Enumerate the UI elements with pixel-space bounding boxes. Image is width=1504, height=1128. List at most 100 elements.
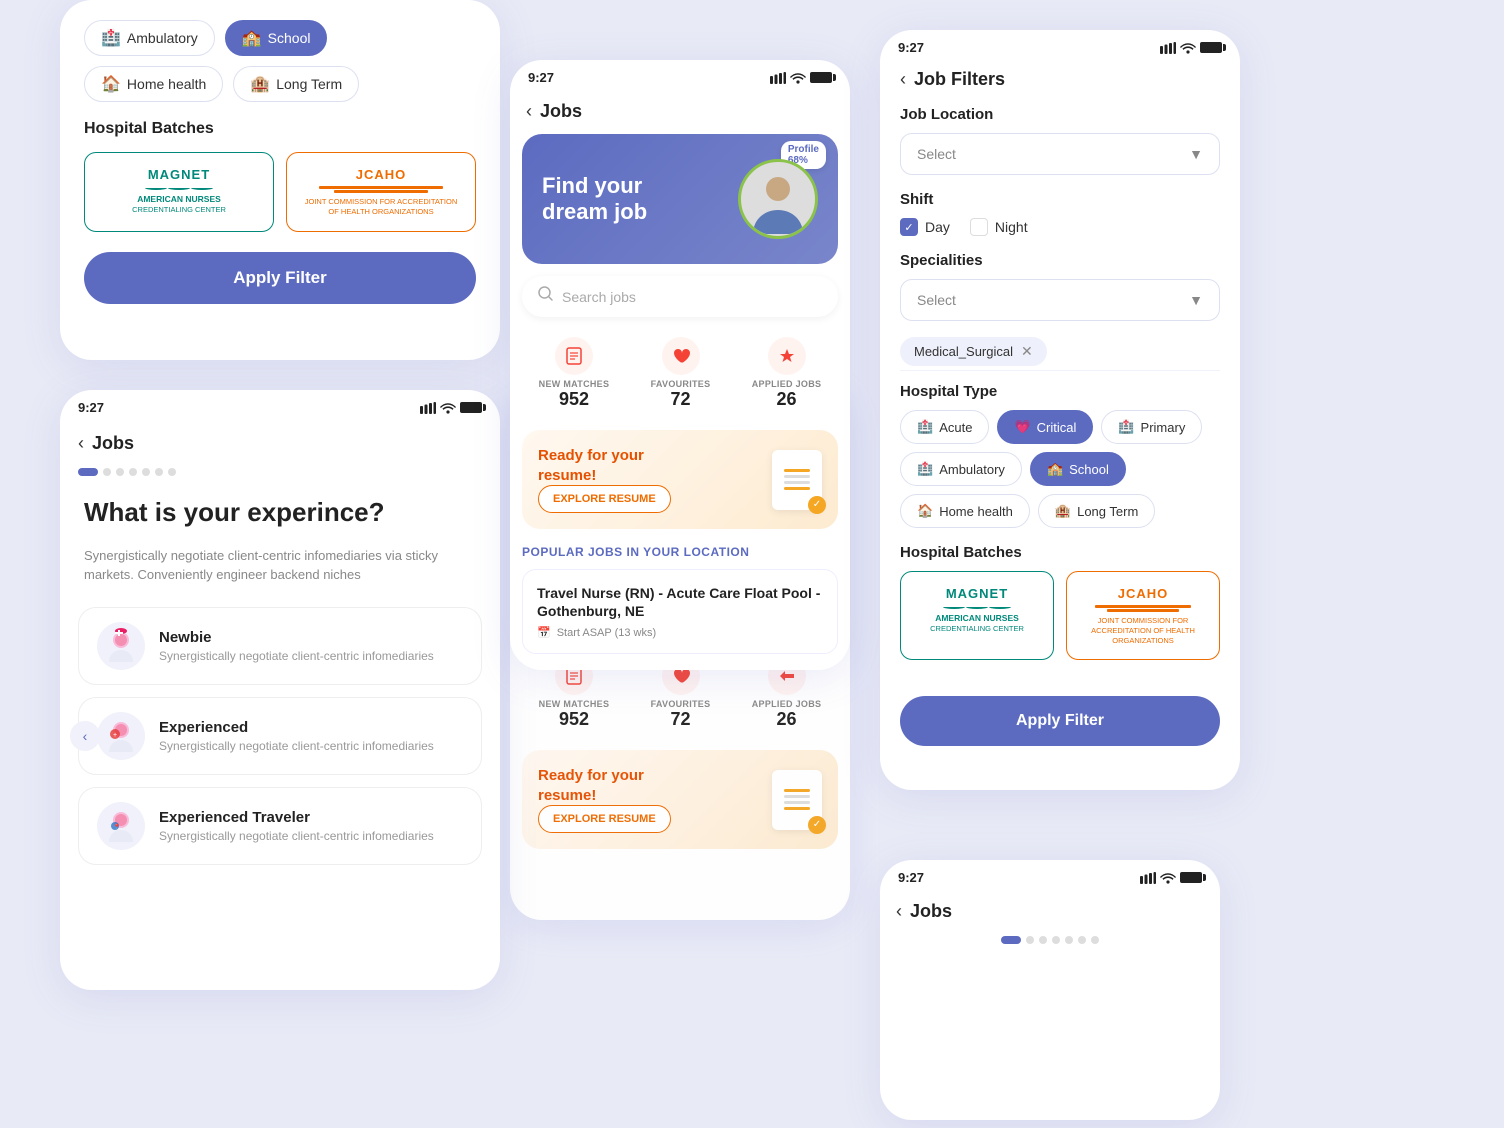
exp-newbie-name: Newbie <box>159 629 463 646</box>
time-2: 9:27 <box>78 400 104 415</box>
batch-jcaho-4: JCAHO JOINT COMMISSION FOR ACCREDITATION… <box>1066 571 1220 660</box>
chip-remove-icon[interactable]: ✕ <box>1021 343 1033 360</box>
stat-applied: APPLIED JOBS 26 <box>752 337 822 410</box>
dot5-7 <box>1091 936 1099 944</box>
shift-row: Day Night <box>900 218 1220 236</box>
status-bar-2: 9:27 <box>60 390 500 419</box>
dot5-5 <box>1065 936 1073 944</box>
h-tag-primary[interactable]: 🏥 Primary <box>1101 410 1202 444</box>
homehealth-icon-2: 🏠 <box>917 503 933 519</box>
shift-section-title: Shift <box>900 191 1220 208</box>
jcaho-desc-4: JOINT COMMISSION FOR ACCREDITATION OF HE… <box>1083 616 1203 645</box>
exp-experienced-desc: Synergistically negotiate client-centric… <box>159 739 463 753</box>
dot-7 <box>168 468 176 476</box>
primary-label: Primary <box>1141 420 1186 435</box>
ambulatory-icon-2: 🏥 <box>917 461 933 477</box>
explore-resume-btn[interactable]: EXPLORE RESUME <box>538 485 671 513</box>
h-tag-critical[interactable]: 💗 Critical <box>997 410 1093 444</box>
ambulatory-label-2: Ambulatory <box>939 462 1005 477</box>
tag-ambulatory[interactable]: 🏥 Ambulatory <box>84 20 215 56</box>
exp-traveler[interactable]: 📍 Experienced Traveler Synergistically n… <box>78 787 482 865</box>
day-checkbox[interactable]: Day <box>900 218 950 236</box>
night-checkbox[interactable]: Night <box>970 218 1028 236</box>
specialities-select[interactable]: Select ▼ <box>900 279 1220 321</box>
location-select[interactable]: Select ▼ <box>900 133 1220 175</box>
exp-traveler-info: Experienced Traveler Synergistically neg… <box>159 809 463 843</box>
resume-doc: ✓ <box>772 450 822 510</box>
h-tag-ambulatory[interactable]: 🏥 Ambulatory <box>900 452 1022 486</box>
tag-longterm[interactable]: 🏨 Long Term <box>233 66 359 102</box>
filter-header: ‹ Job Filters <box>880 59 1240 90</box>
back-arrow-5[interactable]: ‹ <box>896 901 902 922</box>
night-label: Night <box>995 219 1028 235</box>
jobs-header-5: ‹ Jobs <box>880 889 1220 922</box>
applied-label: APPLIED JOBS <box>752 379 822 389</box>
job-item-1[interactable]: Travel Nurse (RN) - Acute Care Float Poo… <box>522 569 838 654</box>
back-arrow-4[interactable]: ‹ <box>900 69 906 90</box>
magnet-desc: CREDENTIALING CENTER <box>101 205 257 214</box>
experience-list: ‹ Newbie Syne <box>60 601 500 871</box>
acute-icon: 🏥 <box>917 419 933 435</box>
back-btn-circle[interactable]: ‹ <box>70 721 100 751</box>
batches-section-title: Hospital Batches <box>900 544 1220 561</box>
h-tag-longterm[interactable]: 🏨 Long Term <box>1038 494 1155 528</box>
profile-circle[interactable] <box>738 159 818 239</box>
job-title-1: Travel Nurse (RN) - Acute Care Float Poo… <box>537 584 823 620</box>
status-bar-4: 9:27 <box>880 30 1240 59</box>
tag-homehealth[interactable]: 🏠 Home health <box>84 66 223 102</box>
exp-experienced-name: Experienced <box>159 719 463 736</box>
profile-wrap: Profile 68% <box>738 159 818 239</box>
hospital-type-grid: 🏥 Acute 💗 Critical 🏥 Primary 🏥 Ambulator… <box>900 410 1220 528</box>
dot-6 <box>155 468 163 476</box>
filter-title: Job Filters <box>914 69 1005 90</box>
h-tag-school[interactable]: 🏫 School <box>1030 452 1126 486</box>
explore-resume-btn-2[interactable]: EXPLORE RESUME <box>538 805 671 833</box>
new-matches-icon <box>555 337 593 375</box>
favourites-icon <box>662 337 700 375</box>
specialities-section-title: Specialities <box>900 252 1220 269</box>
dot-1 <box>78 468 98 476</box>
exp-experienced-info: Experienced Synergistically negotiate cl… <box>159 719 463 753</box>
status-bar-3: 9:27 <box>510 60 850 89</box>
popular-label: POPULAR JOBS IN YOUR LOCATION <box>522 545 838 559</box>
homehealth-icon: 🏠 <box>101 74 121 94</box>
applied-icon <box>768 337 806 375</box>
exp-traveler-desc: Synergistically negotiate client-centric… <box>159 829 463 843</box>
day-checkbox-box <box>900 218 918 236</box>
h-tag-acute[interactable]: 🏥 Acute <box>900 410 989 444</box>
chip-label: Medical_Surgical <box>914 344 1013 359</box>
exp-newbie[interactable]: Newbie Synergistically negotiate client-… <box>78 607 482 685</box>
battery-5 <box>1180 872 1202 883</box>
location-placeholder: Select <box>917 146 956 162</box>
time-4: 9:27 <box>898 40 924 55</box>
jobs-title-3: Jobs <box>540 101 582 122</box>
acute-label: Acute <box>939 420 972 435</box>
search-placeholder: Search jobs <box>562 289 636 305</box>
jcaho-title: JCAHO <box>303 167 459 182</box>
tag-school-label: School <box>268 30 311 46</box>
filter-body: Job Location Select ▼ Shift Day Night Sp… <box>880 90 1240 696</box>
experience-question: What is your experince? <box>60 486 500 540</box>
tag-school[interactable]: 🏫 School <box>225 20 328 56</box>
apply-filter-btn-4[interactable]: Apply Filter <box>900 696 1220 746</box>
resume-banner-2: Ready for your resume! EXPLORE RESUME ✓ <box>522 750 838 849</box>
exp-avatar-traveler: 📍 <box>97 802 145 850</box>
dot5-6 <box>1078 936 1086 944</box>
new-matches-num: 952 <box>539 389 610 410</box>
tag-homehealth-label: Home health <box>127 76 206 92</box>
back-arrow-3[interactable]: ‹ <box>526 101 532 122</box>
location-section-title: Job Location <box>900 106 1220 123</box>
search-bar[interactable]: Search jobs <box>522 276 838 317</box>
stat-new-matches: NEW MATCHES 952 <box>539 337 610 410</box>
magnet-desc-4: CREDENTIALING CENTER <box>917 624 1037 633</box>
back-arrow-2[interactable]: ‹ <box>78 433 84 454</box>
nm-label-2: NEW MATCHES <box>539 699 610 709</box>
progress-dots-5 <box>880 922 1220 954</box>
primary-icon: 🏥 <box>1118 419 1134 435</box>
h-tag-homehealth[interactable]: 🏠 Home health <box>900 494 1030 528</box>
dot5-1 <box>1001 936 1021 944</box>
time-5: 9:27 <box>898 870 924 885</box>
apply-filter-btn-1[interactable]: Apply Filter <box>84 252 476 304</box>
exp-experienced[interactable]: + Experienced Synergistically negotiate … <box>78 697 482 775</box>
exp-avatar-newbie <box>97 622 145 670</box>
